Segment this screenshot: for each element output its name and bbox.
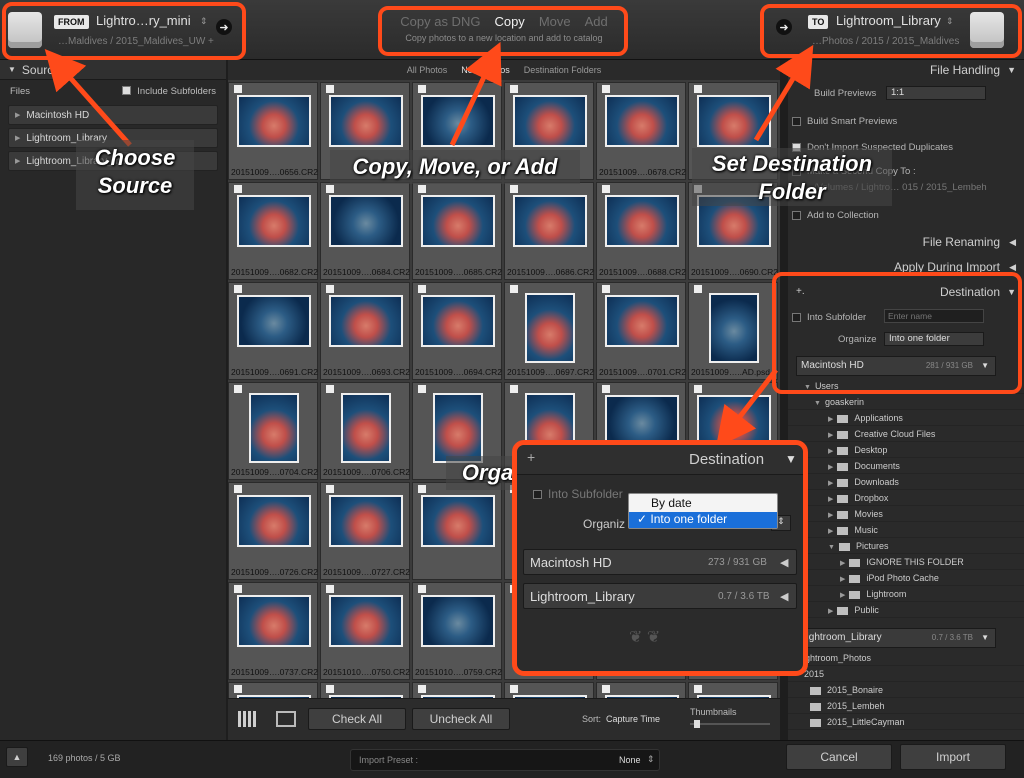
menu-item-by-date[interactable]: By date bbox=[629, 496, 777, 511]
add-folder-icon[interactable]: + bbox=[527, 449, 535, 465]
annotation-copy-move-add: Copy, Move, or Add bbox=[330, 150, 580, 184]
zoom-into-subfolder-row: Into Subfolder bbox=[533, 487, 623, 501]
checkmark-icon: ✓ bbox=[637, 512, 651, 526]
arrow-to-modes bbox=[449, 41, 502, 147]
zoom-disk-lightroom-library[interactable]: Lightroom_Library 0.7 / 3.6 TB ◀ bbox=[523, 583, 797, 609]
arrow-to-zoom bbox=[715, 368, 778, 448]
arrow-to-source bbox=[44, 49, 132, 147]
zoom-organize-label: Organiz bbox=[583, 517, 626, 531]
annotation-set-destination: Set Destination Folder bbox=[692, 148, 892, 206]
menu-item-into-one-folder[interactable]: ✓ Into one folder bbox=[629, 512, 777, 528]
expand-icon: ◀ bbox=[780, 557, 789, 569]
arrow-to-destination bbox=[753, 44, 814, 142]
zoom-disk-macintosh-hd[interactable]: Macintosh HD 273 / 931 GB ◀ bbox=[523, 549, 797, 575]
zoom-destination-title: Destination bbox=[689, 451, 765, 468]
collapse-icon[interactable]: ▼ bbox=[785, 452, 797, 466]
zoom-into-subfolder-checkbox[interactable] bbox=[533, 490, 542, 500]
panel-end-ornament-icon: ❦ ❦ bbox=[629, 629, 661, 646]
annotation-choose-source: Choose Source bbox=[76, 140, 194, 210]
expand-icon: ◀ bbox=[780, 591, 789, 603]
destination-zoom-popup: + Destination ▼ Into Subfolder Organiz ⇕… bbox=[512, 440, 808, 676]
organize-dropdown-menu: By date ✓ Into one folder bbox=[628, 493, 778, 529]
zoom-header[interactable]: + Destination ▼ bbox=[517, 445, 803, 475]
